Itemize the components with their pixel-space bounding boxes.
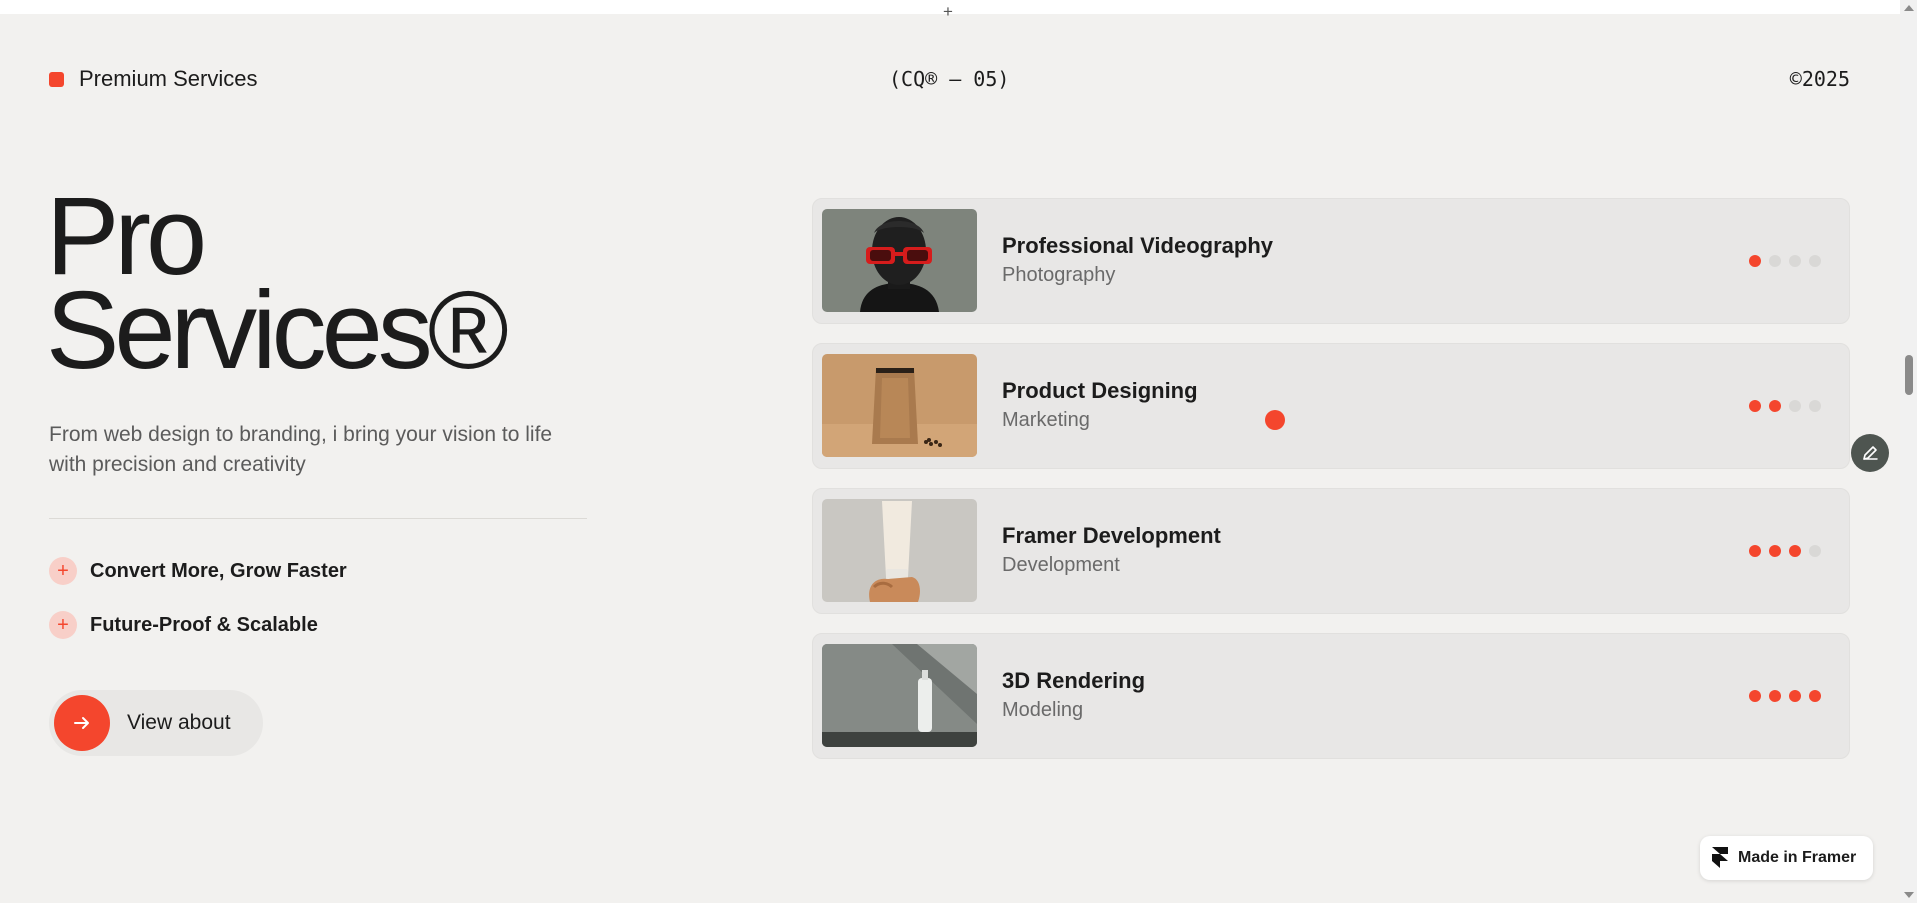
pencil-icon bbox=[1863, 446, 1878, 460]
feature-label: Convert More, Grow Faster bbox=[90, 559, 347, 582]
feature-item: + Convert More, Grow Faster bbox=[49, 557, 347, 585]
service-title: Professional Videography bbox=[1002, 233, 1274, 258]
scrollbar[interactable] bbox=[1900, 0, 1917, 903]
header-code: (CQ® — 05) bbox=[889, 67, 1010, 91]
level-dot-empty bbox=[1789, 400, 1801, 412]
service-image bbox=[822, 499, 977, 602]
level-dot-empty bbox=[1809, 545, 1821, 557]
level-dot-filled bbox=[1749, 400, 1761, 412]
edit-button[interactable] bbox=[1851, 434, 1889, 472]
service-image bbox=[822, 354, 977, 457]
brand-label: Premium Services bbox=[79, 66, 258, 91]
level-dot-filled bbox=[1769, 400, 1781, 412]
feature-item: + Future-Proof & Scalable bbox=[49, 611, 318, 639]
level-indicator bbox=[1741, 690, 1821, 702]
service-title: Framer Development bbox=[1002, 523, 1221, 548]
divider bbox=[49, 518, 587, 519]
title-line-2: Services® bbox=[46, 269, 509, 392]
plus-icon: + bbox=[49, 611, 77, 639]
service-category: Marketing bbox=[1002, 409, 1090, 431]
service-card[interactable]: Product Designing Marketing bbox=[812, 343, 1850, 469]
page-title: Pro Services® bbox=[46, 182, 509, 392]
scroll-up-arrow-icon[interactable] bbox=[1904, 5, 1914, 11]
level-dot-empty bbox=[1809, 400, 1821, 412]
service-card[interactable]: 3D Rendering Modeling bbox=[812, 633, 1850, 759]
made-in-framer-badge[interactable]: Made in Framer bbox=[1700, 836, 1873, 880]
level-dot-filled bbox=[1749, 545, 1761, 557]
made-in-framer-label: Made in Framer bbox=[1738, 849, 1857, 866]
scroll-down-arrow-icon[interactable] bbox=[1904, 892, 1914, 898]
service-image bbox=[822, 209, 977, 312]
service-card[interactable]: Professional Videography Photography bbox=[812, 198, 1850, 324]
view-about-label: View about bbox=[127, 711, 231, 734]
feature-label: Future-Proof & Scalable bbox=[90, 613, 318, 636]
level-dot-filled bbox=[1769, 545, 1781, 557]
scroll-thumb[interactable] bbox=[1905, 355, 1913, 395]
level-indicator bbox=[1741, 545, 1821, 557]
service-title: Product Designing bbox=[1002, 378, 1198, 403]
level-dot-filled bbox=[1789, 690, 1801, 702]
service-category: Photography bbox=[1002, 264, 1116, 286]
level-dot-filled bbox=[1809, 690, 1821, 702]
brand: Premium Services bbox=[49, 66, 257, 92]
level-dot-filled bbox=[1789, 545, 1801, 557]
page-header: Premium Services (CQ® — 05) ©2025 bbox=[49, 66, 1850, 96]
service-list: Professional Videography Photography Pro… bbox=[812, 198, 1850, 778]
level-indicator bbox=[1741, 255, 1821, 267]
arrow-right-icon bbox=[54, 695, 110, 751]
framer-logo-icon bbox=[1712, 847, 1728, 868]
level-dot-empty bbox=[1789, 255, 1801, 267]
hero-description: From web design to branding, i bring you… bbox=[49, 423, 553, 476]
service-category: Development bbox=[1002, 554, 1120, 576]
service-card[interactable]: Framer Development Development bbox=[812, 488, 1850, 614]
view-about-button[interactable]: View about bbox=[49, 690, 263, 756]
square-icon bbox=[49, 71, 64, 87]
service-image bbox=[822, 644, 977, 747]
level-dot-filled bbox=[1749, 255, 1761, 267]
header-year: ©2025 bbox=[1789, 67, 1850, 91]
cursor-dot bbox=[1265, 410, 1285, 430]
level-dot-filled bbox=[1749, 690, 1761, 702]
level-indicator bbox=[1741, 400, 1821, 412]
level-dot-empty bbox=[1769, 255, 1781, 267]
level-dot-empty bbox=[1809, 255, 1821, 267]
level-dot-filled bbox=[1769, 690, 1781, 702]
plus-icon: + bbox=[943, 2, 953, 21]
plus-icon: + bbox=[49, 557, 77, 585]
service-title: 3D Rendering bbox=[1002, 668, 1146, 693]
service-category: Modeling bbox=[1002, 699, 1084, 721]
